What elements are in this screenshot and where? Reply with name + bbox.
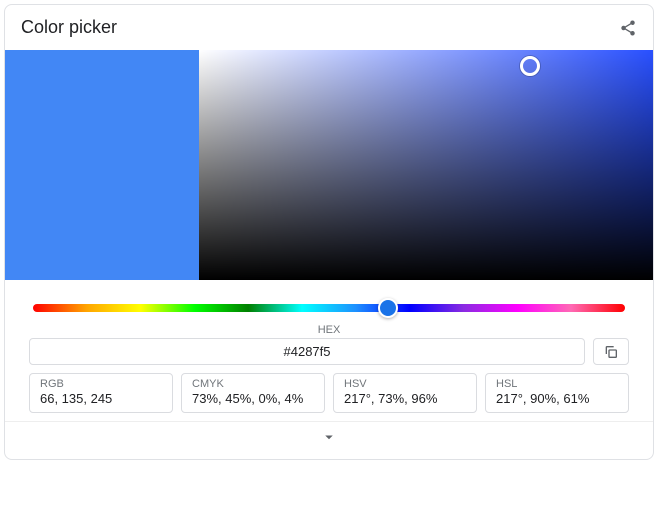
hue-slider[interactable] <box>33 304 625 312</box>
sv-cursor[interactable] <box>520 56 540 76</box>
hex-label: HEX <box>29 324 629 336</box>
copy-button[interactable] <box>593 338 629 365</box>
saturation-value-panel[interactable] <box>199 50 653 280</box>
color-swatch <box>5 50 199 280</box>
hex-row: HEX #4287f5 <box>29 324 629 365</box>
hue-thumb[interactable] <box>378 298 398 318</box>
format-value: 217°, 73%, 96% <box>344 391 466 406</box>
format-box-rgb[interactable]: RGB66, 135, 245 <box>29 373 173 413</box>
format-box-cmyk[interactable]: CMYK73%, 45%, 0%, 4% <box>181 373 325 413</box>
header: Color picker <box>5 5 653 50</box>
format-label: RGB <box>40 378 162 390</box>
share-icon <box>619 19 637 37</box>
copy-icon <box>603 344 619 360</box>
hex-input[interactable]: #4287f5 <box>29 338 585 365</box>
format-box-hsl[interactable]: HSL217°, 90%, 61% <box>485 373 629 413</box>
format-value: 66, 135, 245 <box>40 391 162 406</box>
format-label: HSV <box>344 378 466 390</box>
hex-box: #4287f5 <box>29 338 629 365</box>
chevron-down-icon <box>320 428 338 446</box>
color-picker-card: Color picker HEX #4287f5 RGB66, 135, 245… <box>4 4 654 460</box>
picker-area <box>5 50 653 280</box>
values-section: HEX #4287f5 RGB66, 135, 245CMYK73%, 45%,… <box>5 324 653 421</box>
format-label: HSL <box>496 378 618 390</box>
hue-slider-wrap <box>5 280 653 324</box>
page-title: Color picker <box>21 17 117 38</box>
share-button[interactable] <box>619 19 637 37</box>
format-value: 73%, 45%, 0%, 4% <box>192 391 314 406</box>
format-value: 217°, 90%, 61% <box>496 391 618 406</box>
expand-button[interactable] <box>5 421 653 459</box>
format-label: CMYK <box>192 378 314 390</box>
formats-row: RGB66, 135, 245CMYK73%, 45%, 0%, 4%HSV21… <box>29 373 629 413</box>
format-box-hsv[interactable]: HSV217°, 73%, 96% <box>333 373 477 413</box>
